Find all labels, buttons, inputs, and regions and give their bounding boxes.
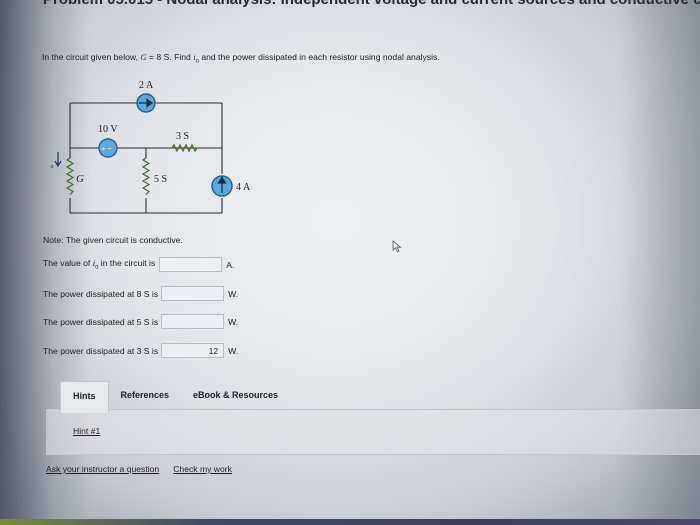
resource-tabs: Hints References eBook & Resources	[60, 381, 290, 413]
label-10v: 10 V	[98, 124, 118, 135]
hint-1-link[interactable]: Hint #1	[73, 426, 100, 436]
label-4a: 4 A	[236, 182, 251, 193]
answer-label-5s: The power dissipated at 5 S is	[43, 316, 159, 327]
tab-references[interactable]: References	[109, 381, 182, 413]
tab-ebook-resources[interactable]: eBook & Resources	[181, 381, 290, 413]
unit-watts-5s: W.	[228, 316, 239, 327]
current-source-2a	[136, 93, 156, 113]
label-5s: 5 S	[154, 174, 167, 185]
tab-hints[interactable]: Hints	[60, 381, 109, 413]
question-prefix: In the circuit given below,	[42, 52, 141, 62]
label-2a: 2 A	[139, 80, 154, 91]
answer-label-3s: The power dissipated at 3 S is	[43, 345, 159, 356]
answer-row-5s: The power dissipated at 5 S is W.	[43, 314, 238, 329]
answer-label-io: The value of io in the circuit is	[43, 258, 156, 271]
ask-instructor-link[interactable]: Ask your instructor a question	[46, 464, 159, 474]
question-suffix: and the power dissipated in each resisto…	[198, 52, 440, 62]
answer-row-io: The value of io in the circuit is A.	[43, 257, 234, 272]
unit-amps: A.	[226, 259, 235, 270]
hints-panel	[46, 409, 700, 455]
question-text: In the circuit given below, G = 8 S. Fin…	[42, 52, 440, 65]
answer-row-8s: The power dissipated at 8 S is W.	[43, 286, 238, 301]
power-3s-input[interactable]	[161, 343, 225, 358]
answer-row-3s: The power dissipated at 3 S is W.	[43, 343, 238, 358]
resistor-g	[65, 157, 75, 195]
answer-label-8s: The power dissipated at 8 S is	[43, 288, 159, 299]
label-3s: 3 S	[176, 131, 189, 142]
problem-title: Problem 05.015 - Nodal analysis: Indepen…	[43, 0, 700, 8]
io-answer-input[interactable]	[159, 257, 223, 272]
circuit-diagram: 2 A + − 10 V 3 S G 5 S 4 A io	[50, 80, 251, 214]
current-source-4a	[211, 175, 233, 197]
screen-bottom-edge	[0, 519, 700, 525]
mouse-cursor-icon	[392, 240, 402, 253]
resistor-3s	[171, 143, 198, 153]
power-5s-input[interactable]	[161, 314, 225, 329]
bottom-links: Ask your instructor a question Check my …	[46, 464, 232, 474]
io-arrow-icon	[54, 152, 62, 168]
note-text: Note: The given circuit is conductive.	[43, 235, 183, 245]
unit-watts-8s: W.	[228, 288, 239, 299]
power-8s-input[interactable]	[161, 286, 225, 301]
label-g: G	[76, 173, 84, 185]
unit-watts-3s: W.	[228, 345, 239, 356]
question-eq: = 8 S. Find	[146, 52, 194, 62]
voltage-source-polarity: + −	[101, 144, 112, 153]
resistor-5s	[141, 157, 151, 195]
check-my-work-link[interactable]: Check my work	[173, 464, 232, 474]
io-label: io	[50, 158, 54, 170]
